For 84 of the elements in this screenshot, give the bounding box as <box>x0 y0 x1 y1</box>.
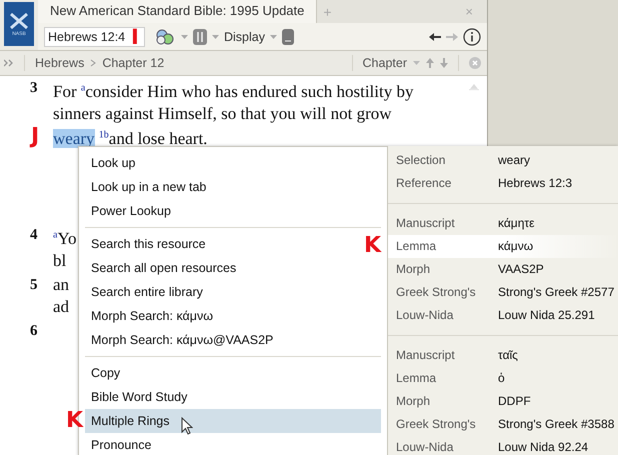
info-row[interactable]: Louw-Nida Louw Nida 25.291 <box>388 304 618 327</box>
up-arrow-icon[interactable] <box>426 58 434 68</box>
callout-letter: K <box>364 235 382 257</box>
info-value: weary <box>498 152 530 169</box>
info-label: Greek Strong's <box>396 416 477 433</box>
info-row[interactable]: Morph VAAS2P <box>388 258 618 281</box>
caret-icon[interactable] <box>270 32 277 40</box>
rings-icon[interactable] <box>154 28 176 46</box>
selected-word[interactable]: weary <box>53 129 95 148</box>
info-value: κάμνω <box>498 238 534 255</box>
menu-item[interactable]: Search this resource <box>85 232 212 256</box>
verse-text: $^{1b}$and lose heart. <box>98 129 208 148</box>
verse-text: For $^{a}$consider Him who has endured such hostility by <box>53 82 414 101</box>
info-label: Manuscript <box>396 347 456 364</box>
info-value: Strong's Greek #3588 <box>498 416 614 433</box>
resource-tab[interactable]: New American Standard Bible: 1995 Update <box>38 0 318 23</box>
info-label: Morph <box>396 393 432 410</box>
info-value: Louw Nida 92.24 <box>498 439 588 455</box>
info-label: Louw-Nida <box>396 307 454 324</box>
info-label: Louw-Nida <box>396 439 454 455</box>
info-row[interactable]: Reference Hebrews 12:3 <box>388 172 618 195</box>
verse-number: 6 <box>29 322 38 341</box>
menu-item[interactable]: Copy <box>85 361 126 385</box>
menu-item[interactable]: Look up <box>85 151 142 175</box>
verse-number: 3 <box>29 79 38 98</box>
verse-text: $^{a}$Yo <box>53 228 77 248</box>
info-row[interactable]: Morph DDPF <box>388 390 618 413</box>
close-icon[interactable] <box>469 57 481 69</box>
columns-icon[interactable] <box>193 28 207 44</box>
expand-icon[interactable] <box>4 59 14 67</box>
info-label: Manuscript <box>396 215 456 232</box>
verse-text: ad <box>53 296 70 316</box>
verse-text: sinners against Himself, so that you will not grow <box>53 104 392 123</box>
info-row[interactable]: Lemma ὁ <box>388 367 618 390</box>
info-value: κάμητε <box>498 215 534 232</box>
info-value: ταῖς <box>498 347 518 364</box>
verse-number: 4 <box>29 226 38 246</box>
callout-letter: K <box>66 410 84 432</box>
info-label: Reference <box>396 175 452 192</box>
info-row[interactable]: Greek Strong's Strong's Greek #2577 <box>388 281 618 304</box>
caret-icon[interactable] <box>212 32 219 40</box>
menu-item[interactable]: Morph Search: κάμνω <box>85 304 219 328</box>
breadcrumb-item[interactable]: Chapter 12 <box>102 56 164 70</box>
down-arrow-icon[interactable] <box>440 58 448 68</box>
info-label: Lemma <box>396 238 438 255</box>
info-label: Selection <box>396 152 446 169</box>
info-value: Louw Nida 25.291 <box>498 307 595 324</box>
chapter-menu[interactable]: Chapter <box>362 56 407 70</box>
back-arrow-icon[interactable] <box>429 32 441 42</box>
caret-icon[interactable] <box>181 32 188 40</box>
display-menu[interactable]: Display <box>224 30 265 44</box>
cursor-icon[interactable] <box>181 417 193 435</box>
verse-text: bl <box>53 250 66 270</box>
scroll-up-icon[interactable] <box>469 82 479 90</box>
verse-text: an <box>53 274 70 294</box>
info-value: Hebrews 12:3 <box>498 175 572 192</box>
menu-item[interactable]: Pronounce <box>85 433 158 455</box>
notes-icon[interactable] <box>282 28 294 44</box>
info-row[interactable]: Manuscript κάμητε <box>388 212 618 235</box>
menu-item[interactable]: Search all open resources <box>85 256 242 280</box>
reference-field[interactable]: Hebrews 12:4 I <box>44 26 145 46</box>
info-value: Strong's Greek #2577 <box>498 284 614 301</box>
verse-number: 5 <box>29 276 38 295</box>
menu-item[interactable]: Look up in a new tab <box>85 175 212 199</box>
info-row[interactable]: Louw-Nida Louw Nida 92.24 <box>388 436 618 455</box>
info-value: DDPF <box>498 393 531 410</box>
info-label: Greek Strong's <box>396 284 477 301</box>
forward-arrow-icon[interactable] <box>446 32 458 42</box>
info-row[interactable]: Selection weary <box>388 149 618 172</box>
menu-item[interactable]: Search entire library <box>85 280 209 304</box>
caret-icon[interactable] <box>413 59 420 67</box>
info-label: Lemma <box>396 370 438 387</box>
menu-item[interactable]: Bible Word Study <box>85 385 194 409</box>
info-value: VAAS2P <box>498 261 544 278</box>
callout-letter: J <box>31 126 40 148</box>
breadcrumb-item[interactable]: Hebrews <box>35 56 84 70</box>
info-row[interactable]: Greek Strong's Strong's Greek #3588 <box>388 413 618 436</box>
info-value: ὁ <box>498 370 505 387</box>
menu-item[interactable]: Power Lookup <box>85 199 177 223</box>
info-label: Morph <box>396 261 432 278</box>
callout-letter: I <box>131 26 139 48</box>
info-icon[interactable] <box>463 28 481 46</box>
menu-item[interactable]: Morph Search: κάμνω@VAAS2P <box>85 328 280 352</box>
info-row[interactable]: Manuscript ταῖς <box>388 344 618 367</box>
